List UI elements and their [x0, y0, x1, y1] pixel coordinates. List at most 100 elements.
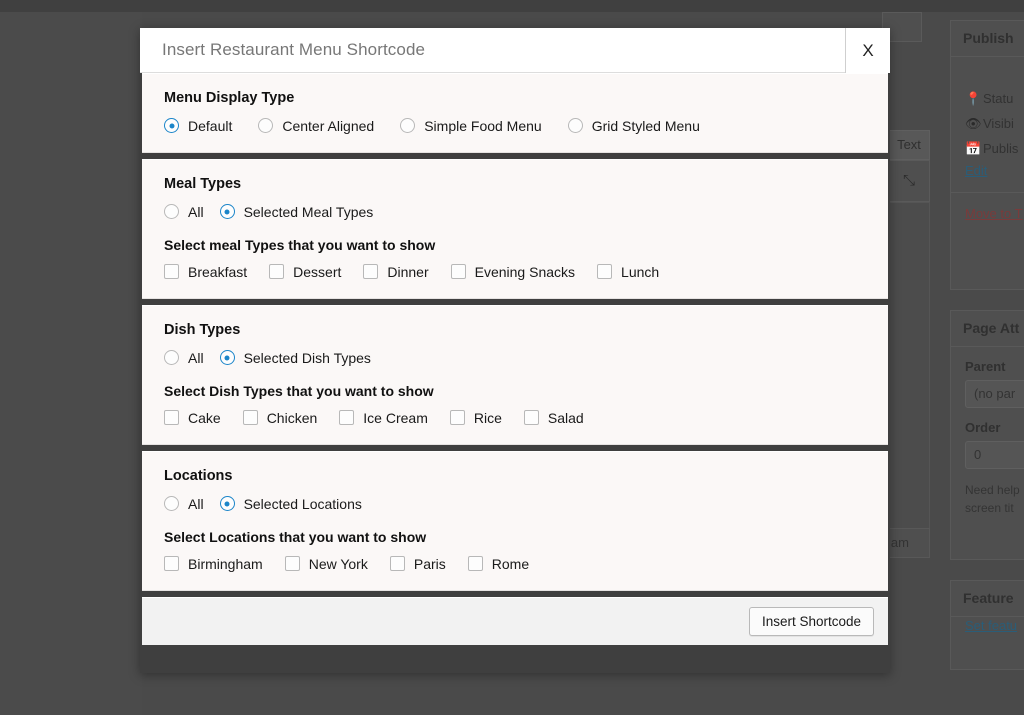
checkbox-option-new-york[interactable]: New York	[285, 556, 368, 571]
radio-option-all-meals[interactable]: All	[164, 204, 204, 219]
radio-icon[interactable]	[400, 118, 415, 133]
checkbox-option-evening-snacks[interactable]: Evening Snacks	[451, 264, 575, 279]
checkbox-icon[interactable]	[243, 410, 258, 425]
checkbox-option-salad[interactable]: Salad	[524, 410, 584, 425]
radio-option-selected-dish-types[interactable]: Selected Dish Types	[220, 350, 371, 365]
publish-visibility-row[interactable]: 👁Visibi	[951, 107, 1024, 132]
checkbox-icon[interactable]	[450, 410, 465, 425]
publish-status-label: Statu	[983, 91, 1013, 106]
checkbox-icon[interactable]	[363, 264, 378, 279]
modal-header: Insert Restaurant Menu Shortcode X	[140, 28, 890, 73]
radio-option-selected-locations[interactable]: Selected Locations	[220, 496, 362, 511]
checkbox-option-ice-cream[interactable]: Ice Cream	[339, 410, 428, 425]
checkbox-icon[interactable]	[164, 264, 179, 279]
checkbox-icon[interactable]	[285, 556, 300, 571]
checkbox-label: Salad	[548, 411, 584, 425]
checkbox-icon[interactable]	[390, 556, 405, 571]
section-subtitle: Select meal Types that you want to show	[164, 237, 866, 253]
checkbox-label: New York	[309, 557, 368, 571]
radio-option-all-locations[interactable]: All	[164, 496, 204, 511]
order-label: Order	[951, 408, 1024, 435]
order-input[interactable]: 0	[965, 441, 1024, 469]
checkbox-option-cake[interactable]: Cake	[164, 410, 221, 425]
checkbox-label: Rice	[474, 411, 502, 425]
checkbox-option-lunch[interactable]: Lunch	[597, 264, 659, 279]
set-featured-image-link[interactable]: Set featu	[951, 606, 1017, 633]
radio-icon[interactable]	[258, 118, 273, 133]
close-icon: X	[862, 41, 873, 61]
radio-group-meal-types: All Selected Meal Types	[164, 204, 866, 219]
radio-option-all-dishes[interactable]: All	[164, 350, 204, 365]
parent-select[interactable]: (no par	[965, 380, 1024, 408]
radio-option-selected-meal-types[interactable]: Selected Meal Types	[220, 204, 374, 219]
radio-label: All	[188, 205, 204, 219]
checkbox-icon[interactable]	[451, 264, 466, 279]
insert-shortcode-button[interactable]: Insert Shortcode	[749, 607, 874, 636]
radio-option-simple-food-menu[interactable]: Simple Food Menu	[400, 118, 542, 133]
publish-date-edit-link[interactable]: Edit	[951, 163, 1024, 178]
checkbox-option-paris[interactable]: Paris	[390, 556, 446, 571]
radio-label: Simple Food Menu	[424, 119, 542, 133]
page-attributes-panel: Page Att Parent (no par Order 0 Need hel…	[950, 310, 1024, 560]
radio-icon[interactable]	[164, 496, 179, 511]
radio-option-grid-styled-menu[interactable]: Grid Styled Menu	[568, 118, 700, 133]
modal-footer: Insert Shortcode	[142, 597, 888, 645]
section-title: Menu Display Type	[164, 90, 866, 106]
checkbox-label: Chicken	[267, 411, 318, 425]
section-title: Meal Types	[164, 176, 866, 192]
fullscreen-icon[interactable]: ⤡	[888, 160, 930, 202]
radio-label: Default	[188, 119, 232, 133]
checkbox-label: Ice Cream	[363, 411, 428, 425]
modal-title: Insert Restaurant Menu Shortcode	[140, 40, 425, 60]
checkbox-icon[interactable]	[269, 264, 284, 279]
radio-icon[interactable]	[164, 204, 179, 219]
section-menu-display-type: Menu Display Type Default Center Aligned…	[142, 73, 888, 153]
publish-date-row[interactable]: 📅Publis	[951, 132, 1024, 157]
page-attributes-title: Page Att	[951, 311, 1024, 347]
tab-text[interactable]: Text	[888, 130, 930, 160]
move-to-trash-link[interactable]: Move to T	[951, 206, 1023, 221]
checkbox-icon[interactable]	[468, 556, 483, 571]
radio-label: Center Aligned	[282, 119, 374, 133]
radio-option-default[interactable]: Default	[164, 118, 232, 133]
radio-icon[interactable]	[220, 350, 235, 365]
checkbox-option-chicken[interactable]: Chicken	[243, 410, 318, 425]
modal-body: Menu Display Type Default Center Aligned…	[140, 73, 890, 673]
checkbox-group-locations: Birmingham New York Paris Rome	[164, 556, 866, 571]
page-attributes-help-line2: screen tit	[951, 499, 1024, 517]
radio-icon[interactable]	[220, 204, 235, 219]
checkbox-option-rome[interactable]: Rome	[468, 556, 529, 571]
publish-panel-divider: Move to T	[951, 192, 1024, 223]
checkbox-option-breakfast[interactable]: Breakfast	[164, 264, 247, 279]
checkbox-option-birmingham[interactable]: Birmingham	[164, 556, 263, 571]
close-button[interactable]: X	[845, 28, 890, 73]
calendar-icon: 📅	[965, 141, 983, 157]
section-subtitle: Select Dish Types that you want to show	[164, 383, 866, 399]
checkbox-option-dessert[interactable]: Dessert	[269, 264, 341, 279]
page-attributes-help-line1: Need help	[951, 469, 1024, 499]
radio-icon[interactable]	[164, 118, 179, 133]
checkbox-label: Lunch	[621, 265, 659, 279]
checkbox-option-rice[interactable]: Rice	[450, 410, 502, 425]
radio-label: All	[188, 351, 204, 365]
section-title: Dish Types	[164, 322, 866, 338]
radio-icon[interactable]	[164, 350, 179, 365]
checkbox-icon[interactable]	[164, 410, 179, 425]
section-locations: Locations All Selected Locations Select …	[142, 451, 888, 591]
radio-icon[interactable]	[220, 496, 235, 511]
checkbox-option-dinner[interactable]: Dinner	[363, 264, 428, 279]
checkbox-icon[interactable]	[164, 556, 179, 571]
checkbox-group-meal-types: Breakfast Dessert Dinner Evening Snacks …	[164, 264, 866, 279]
publish-status-row[interactable]: 📍Statu	[951, 57, 1024, 107]
radio-option-center-aligned[interactable]: Center Aligned	[258, 118, 374, 133]
radio-label: All	[188, 497, 204, 511]
background-editor-left: Menu Items alink: http://demo.wpr dd Med…	[0, 12, 142, 715]
radio-group-menu-display-type: Default Center Aligned Simple Food Menu …	[164, 118, 866, 133]
checkbox-icon[interactable]	[339, 410, 354, 425]
checkbox-icon[interactable]	[597, 264, 612, 279]
editor-right-column	[888, 202, 930, 547]
checkbox-label: Dinner	[387, 265, 428, 279]
checkbox-icon[interactable]	[524, 410, 539, 425]
radio-icon[interactable]	[568, 118, 583, 133]
parent-label: Parent	[951, 347, 1024, 374]
